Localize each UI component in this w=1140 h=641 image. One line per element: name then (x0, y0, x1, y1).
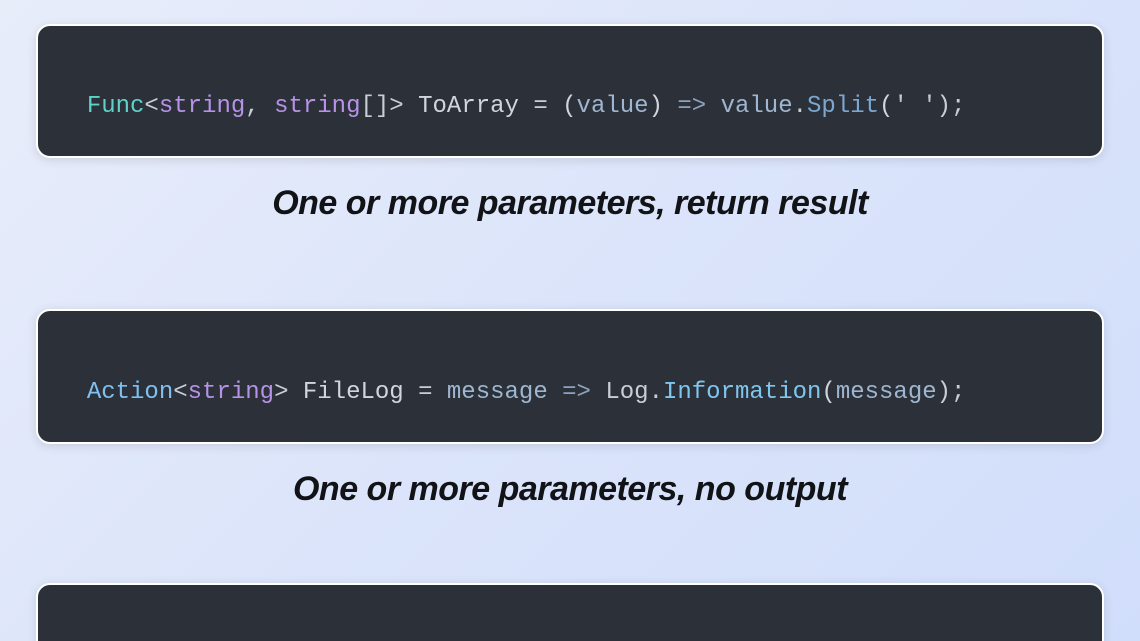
token-angle-close: > (389, 93, 403, 120)
token-angle-open: < (173, 379, 187, 406)
token-param-message: message (447, 379, 548, 406)
token-equals: = (418, 379, 447, 406)
code-block-action: Action<string> FileLog = message => Log.… (36, 309, 1104, 443)
token-close-semicolon: ); (937, 93, 966, 120)
token-angle-open: < (144, 93, 158, 120)
token-paren-open: ( (562, 93, 576, 120)
token-arrow: => (677, 93, 720, 120)
token-equals: = (533, 93, 562, 120)
token-paren-close: ) (649, 93, 678, 120)
spacer (36, 223, 1104, 309)
token-obj-log: Log (605, 379, 648, 406)
token-paren-open: ( (879, 93, 893, 120)
token-string-space: ' ' (893, 93, 936, 120)
token-param-value: value (577, 93, 649, 120)
token-angle-close: > (274, 379, 288, 406)
token-generic-string: string (159, 93, 245, 120)
code-block-partial (36, 583, 1104, 641)
token-method-information: Information (663, 379, 821, 406)
token-paren-open: ( (821, 379, 835, 406)
token-method-split: Split (807, 93, 879, 120)
caption-action: One or more parameters, no output (36, 470, 1104, 509)
token-type-func: Func (87, 93, 145, 120)
token-brackets: [] (360, 93, 389, 120)
token-obj-value: value (721, 93, 793, 120)
token-dot: . (793, 93, 807, 120)
token-var-name: FileLog (288, 379, 418, 406)
spacer (36, 509, 1104, 583)
token-type-action: Action (87, 379, 173, 406)
code-block-func: Func<string, string[]> ToArray = (value)… (36, 24, 1104, 158)
token-var-name: ToArray (404, 93, 534, 120)
token-close-semicolon: ); (937, 379, 966, 406)
token-generic-string: string (188, 379, 274, 406)
token-comma: , (245, 93, 274, 120)
token-generic-string-array: string (274, 93, 360, 120)
token-dot: . (649, 379, 663, 406)
token-arrow: => (548, 379, 606, 406)
token-arg-message: message (836, 379, 937, 406)
caption-func: One or more parameters, return result (36, 184, 1104, 223)
